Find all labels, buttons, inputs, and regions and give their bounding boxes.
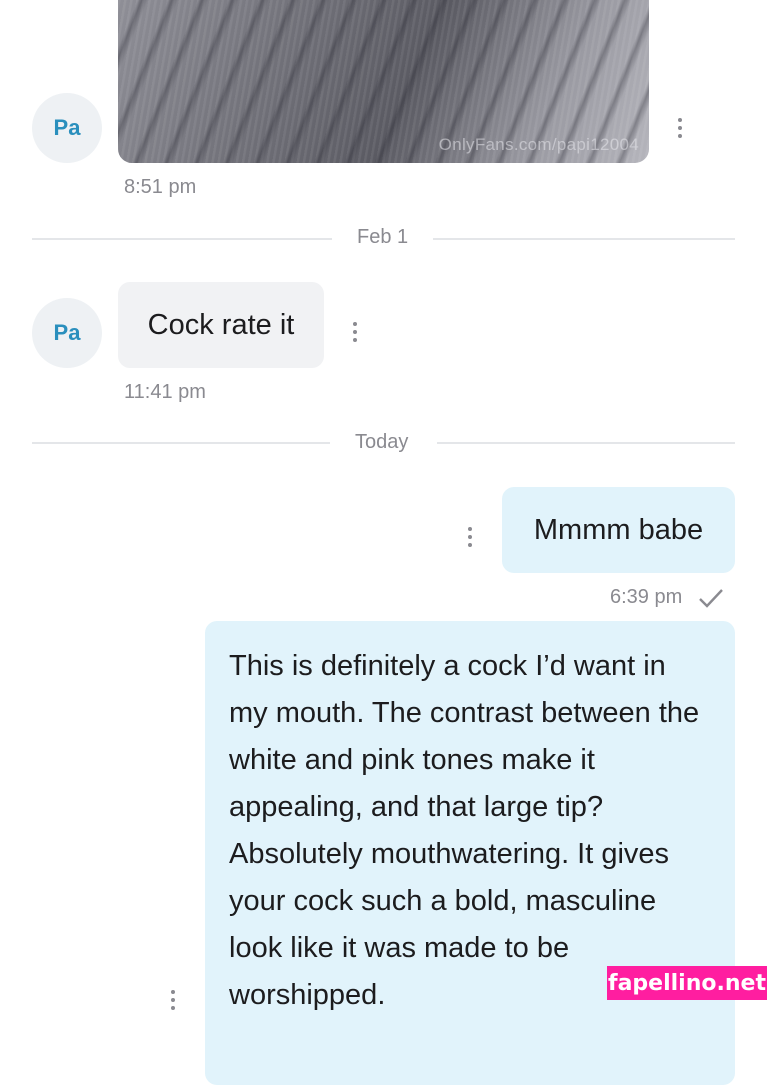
photo-watermark: OnlyFans.com/papi12004 xyxy=(438,135,639,154)
photo-message[interactable]: OnlyFans.com/papi12004 xyxy=(118,0,649,163)
more-vertical-icon[interactable] xyxy=(676,118,684,138)
message-text: Cock rate it xyxy=(147,308,295,341)
message-time: 11:41 pm xyxy=(124,381,206,403)
outgoing-message-bubble[interactable]: Mmmm babe xyxy=(502,487,735,573)
message-text: Mmmm babe xyxy=(533,513,704,546)
avatar[interactable]: Pa xyxy=(32,298,102,368)
divider-line xyxy=(433,238,735,240)
incoming-message-bubble[interactable]: Cock rate it xyxy=(118,282,324,368)
site-watermark-badge: fapellino.net xyxy=(607,966,767,1000)
more-vertical-icon[interactable] xyxy=(351,322,359,342)
more-vertical-icon[interactable] xyxy=(466,527,474,547)
outgoing-message-bubble[interactable]: This is definitely a cock I’d want in my… xyxy=(205,621,735,1085)
date-divider-label: Today xyxy=(355,431,409,453)
divider-line xyxy=(32,442,330,444)
checkmark-icon xyxy=(699,589,723,608)
date-divider-label: Feb 1 xyxy=(357,226,409,248)
message-time: 8:51 pm xyxy=(124,176,197,198)
divider-line xyxy=(32,238,332,240)
message-text: This is definitely a cock I’d want in my… xyxy=(229,650,700,1011)
avatar[interactable]: Pa xyxy=(32,93,102,163)
message-time: 6:39 pm xyxy=(610,586,683,608)
divider-line xyxy=(437,442,735,444)
more-vertical-icon[interactable] xyxy=(169,990,177,1010)
